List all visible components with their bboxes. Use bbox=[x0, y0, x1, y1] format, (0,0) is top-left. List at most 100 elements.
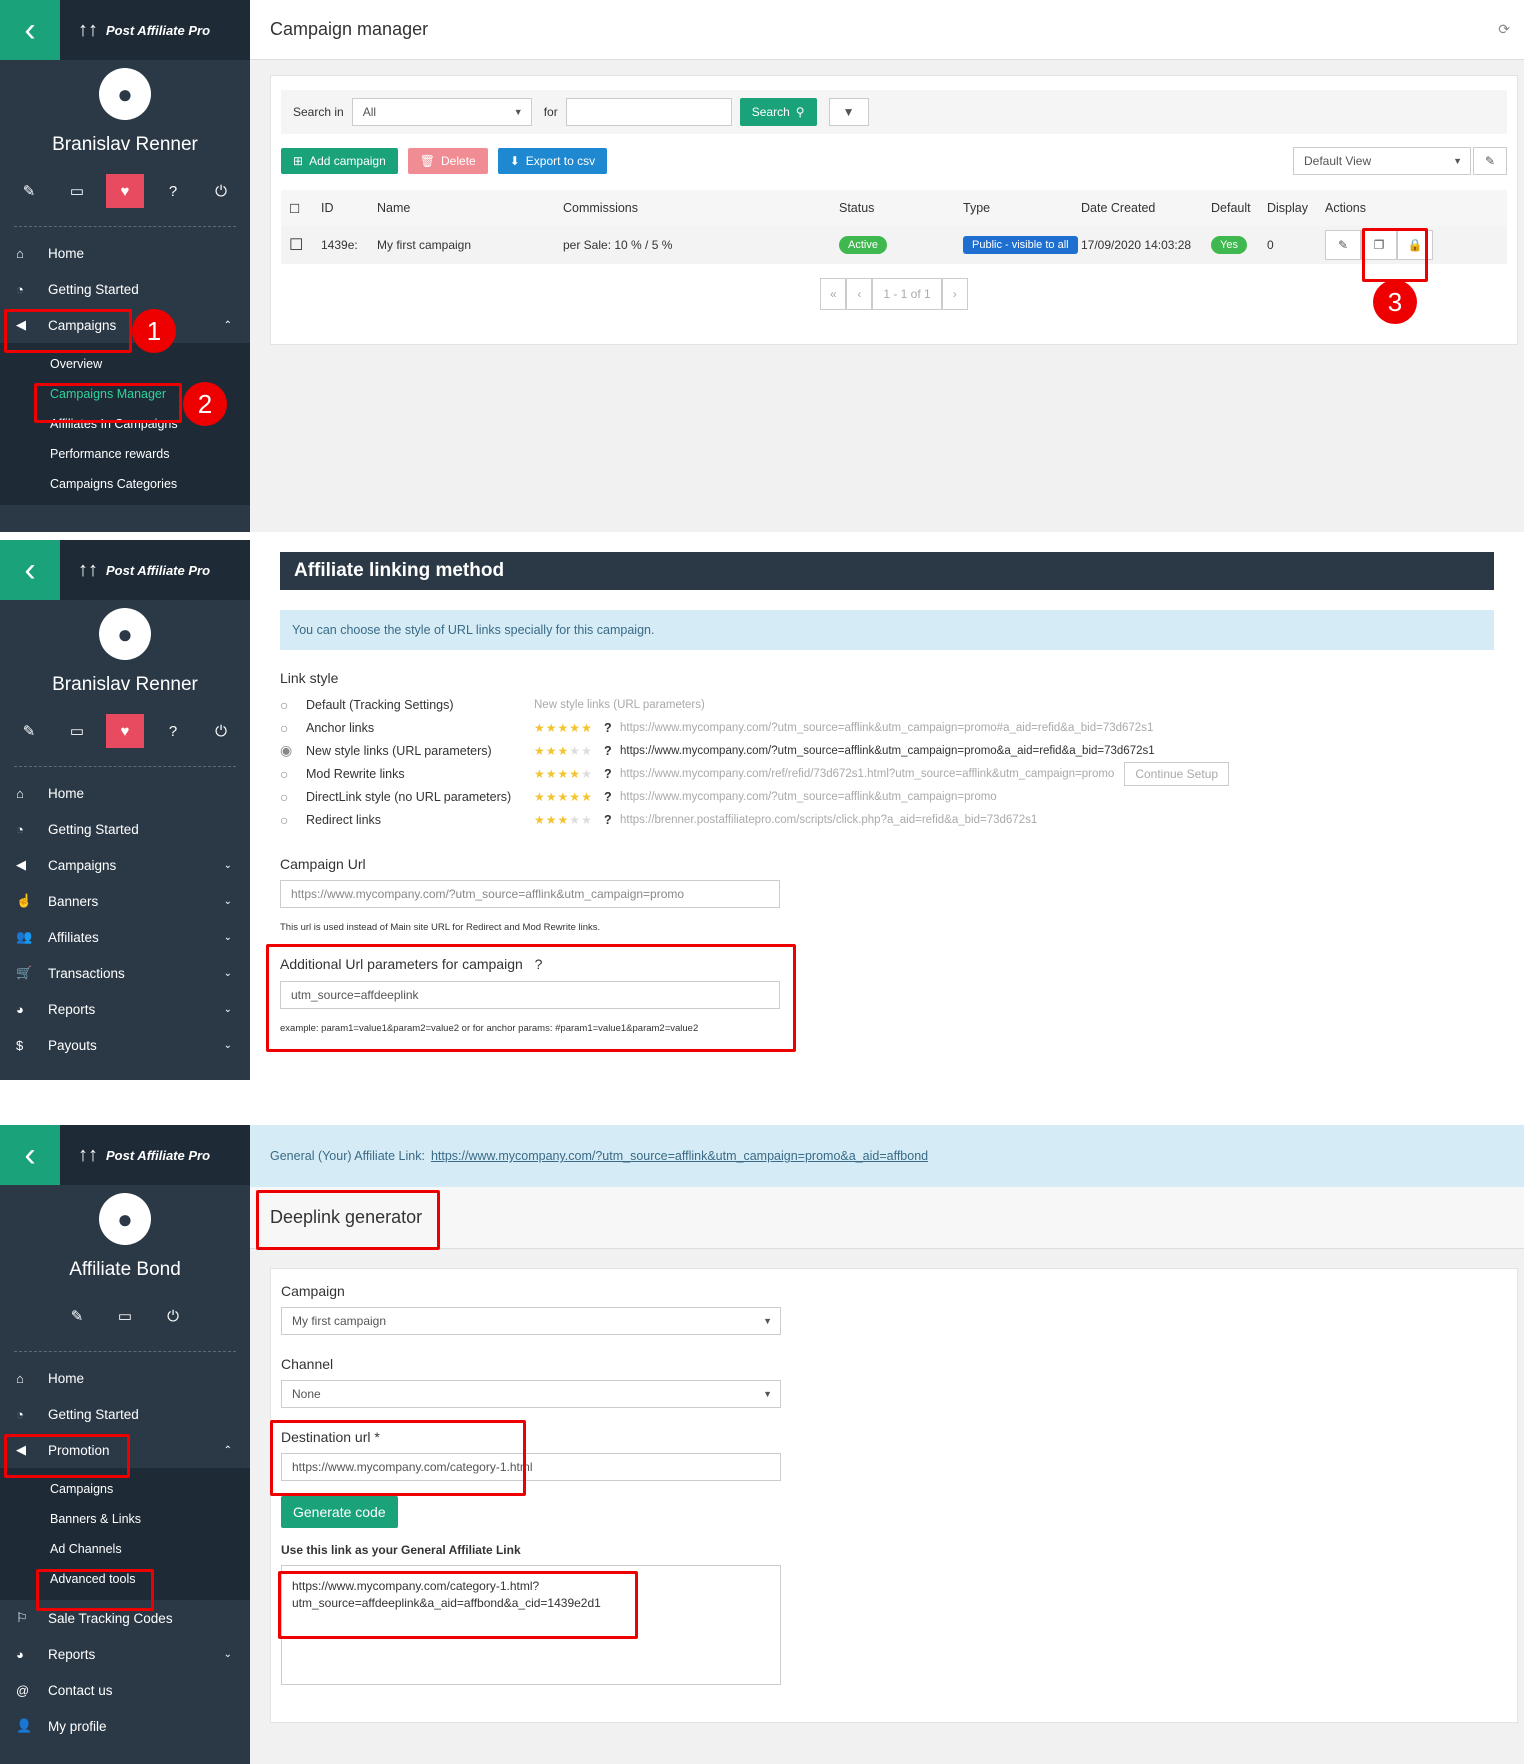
pencil-icon[interactable]: ✎ bbox=[10, 174, 48, 208]
submenu-performance-rewards[interactable]: Performance rewards bbox=[0, 439, 250, 469]
sidebar-item-home[interactable]: ⌂ Home bbox=[0, 775, 250, 811]
sidebar-item-home[interactable]: ⌂ Home bbox=[0, 1360, 250, 1396]
search-button[interactable]: Search ⚲ bbox=[739, 98, 817, 126]
filter-icon[interactable]: ▼ bbox=[828, 98, 869, 126]
generate-code-button[interactable]: Generate code bbox=[281, 1496, 398, 1528]
back-icon[interactable]: ‹ bbox=[0, 540, 60, 600]
link-style-option[interactable]: ◉ New style links (URL parameters) ★★★★★? h… bbox=[280, 739, 1330, 762]
continue-setup-button[interactable]: Continue Setup bbox=[1124, 761, 1230, 786]
campaign-manager-screen: ‹ ↑↑ Post Affiliate Pro ● Branislav Renne… bbox=[0, 0, 1524, 532]
edit-pencil-icon[interactable]: ✎ bbox=[1325, 230, 1361, 260]
step-badge: 1 bbox=[132, 309, 176, 353]
sidebar-item-reports[interactable]: ◕ Reports ⌄ bbox=[0, 1636, 250, 1672]
code-icon: ⚐ bbox=[16, 1610, 28, 1625]
highlight-campaigns-manager bbox=[34, 383, 182, 423]
deeplink-generator-screen: ‹ ↑↑ Post Affiliate Pro ● Affiliate Bond … bbox=[0, 1125, 1524, 1764]
rating-stars: ★★★★★ bbox=[534, 766, 593, 781]
sidebar-item-transactions[interactable]: 🛒 Transactions ⌄ bbox=[0, 955, 250, 991]
chevron-down-icon: ⌄ bbox=[223, 967, 232, 979]
avatar[interactable]: ● bbox=[99, 1193, 151, 1245]
back-icon[interactable]: ‹ bbox=[0, 1125, 60, 1185]
help-icon[interactable]: ? bbox=[604, 721, 620, 735]
sidebar-item-profile[interactable]: 👤 My profile bbox=[0, 1708, 250, 1744]
user-name: Branislav Renner bbox=[52, 674, 198, 695]
help-icon[interactable]: ? bbox=[604, 767, 620, 781]
submenu-overview[interactable]: Overview bbox=[0, 349, 250, 379]
help-icon[interactable]: ? bbox=[535, 956, 543, 972]
submenu-campaigns[interactable]: Campaigns bbox=[0, 1474, 250, 1504]
edit-view-icon[interactable]: ✎ bbox=[1473, 147, 1507, 175]
sidebar-item-campaigns[interactable]: ◀ Campaigns ⌄ bbox=[0, 847, 250, 883]
submenu-campaigns-categories[interactable]: Campaigns Categories bbox=[0, 469, 250, 499]
add-campaign-button[interactable]: ⊞ Add campaign bbox=[281, 148, 398, 174]
info-banner: You can choose the style of URL links sp… bbox=[280, 610, 1494, 650]
help-icon[interactable]: ? bbox=[604, 813, 620, 827]
submenu-ad-channels[interactable]: Ad Channels bbox=[0, 1534, 250, 1564]
sidebar-item-affiliates[interactable]: 👥 Affiliates ⌄ bbox=[0, 919, 250, 955]
radio-button[interactable]: ○ bbox=[280, 812, 306, 828]
campaign-url-hint: This url is used instead of Main site UR… bbox=[280, 922, 601, 933]
link-style-option[interactable]: ○ Default (Tracking Settings) New style li… bbox=[280, 693, 1330, 716]
power-icon[interactable]: ⏻ bbox=[154, 1299, 192, 1333]
export-csv-button[interactable]: ⬇ Export to csv bbox=[497, 148, 608, 174]
link-style-option[interactable]: ○ Redirect links ★★★★★? https://brenner.pos… bbox=[280, 808, 1330, 831]
logo-icon: ↑↑ bbox=[78, 18, 98, 41]
link-style-option[interactable]: ○ Mod Rewrite links ★★★★★? https://www.myco… bbox=[280, 761, 1330, 786]
sidebar-item-getting-started[interactable]: ◔ Getting Started bbox=[0, 1396, 250, 1432]
campaign-url-input[interactable]: https://www.mycompany.com/?utm_source=af… bbox=[280, 880, 780, 908]
pencil-icon[interactable]: ✎ bbox=[58, 1299, 96, 1333]
pencil-icon[interactable]: ✎ bbox=[10, 714, 48, 748]
radio-button[interactable]: ○ bbox=[280, 766, 306, 782]
sidebar-item-reports[interactable]: ◕ Reports ⌄ bbox=[0, 991, 250, 1027]
sidebar-item-payouts[interactable]: $ Payouts ⌄ bbox=[0, 1027, 250, 1063]
help-icon[interactable]: ? bbox=[154, 714, 192, 748]
monitor-icon[interactable]: ▭ bbox=[58, 174, 96, 208]
section-title: Affiliate linking method bbox=[280, 552, 1494, 590]
submenu-banners-links[interactable]: Banners & Links bbox=[0, 1504, 250, 1534]
view-select[interactable]: Default View ▼ bbox=[1293, 147, 1471, 175]
radio-button[interactable]: ○ bbox=[280, 720, 306, 736]
avatar[interactable]: ● bbox=[99, 608, 151, 660]
sidebar-item-contact[interactable]: @ Contact us bbox=[0, 1672, 250, 1708]
user-name: Affiliate Bond bbox=[69, 1259, 181, 1280]
pagination: « ‹ 1 - 1 of 1 › bbox=[271, 278, 1517, 310]
monitor-icon[interactable]: ▭ bbox=[58, 714, 96, 748]
sidebar-item-home[interactable]: ⌂ Home bbox=[0, 235, 250, 271]
power-icon[interactable]: ⏻ bbox=[202, 714, 240, 748]
channel-select[interactable]: None ▼ bbox=[281, 1380, 781, 1408]
home-icon: ⌂ bbox=[16, 785, 24, 801]
link-style-option[interactable]: ○ DirectLink style (no URL parameters) ★★★… bbox=[280, 785, 1330, 808]
rating-stars: ★★★★★ bbox=[534, 743, 593, 758]
heart-icon[interactable]: ♥ bbox=[106, 714, 144, 748]
search-in-select[interactable]: All ▼ bbox=[351, 98, 532, 126]
campaign-select[interactable]: My first campaign ▼ bbox=[281, 1307, 781, 1335]
back-icon[interactable]: ‹ bbox=[0, 0, 60, 60]
avatar[interactable]: ● bbox=[99, 68, 151, 120]
help-icon[interactable]: ? bbox=[604, 790, 620, 804]
sidebar-item-getting-started[interactable]: ◔ Getting Started bbox=[0, 811, 250, 847]
help-icon[interactable]: ? bbox=[604, 744, 620, 758]
timer-icon: ◔ bbox=[16, 1406, 24, 1422]
sidebar-item-banners[interactable]: ☝ Banners ⌄ bbox=[0, 883, 250, 919]
select-all-checkbox[interactable]: ☐ bbox=[281, 201, 321, 216]
campaign-list-card: Search in All ▼ for Search ⚲ ▼ ⊞ Add campai… bbox=[270, 75, 1518, 345]
general-affiliate-link[interactable]: https://www.mycompany.com/?utm_source=af… bbox=[431, 1149, 928, 1163]
sidebar-item-getting-started[interactable]: ◔ Getting Started bbox=[0, 271, 250, 307]
page-title: Campaign manager ⟳ bbox=[250, 0, 1524, 60]
row-checkbox[interactable]: ☐ bbox=[281, 235, 321, 255]
refresh-icon[interactable]: ⟳ bbox=[1498, 21, 1510, 38]
additional-params-input[interactable]: utm_source=affdeeplink bbox=[280, 981, 780, 1009]
search-input[interactable] bbox=[565, 98, 732, 126]
radio-button[interactable]: ◉ bbox=[280, 742, 306, 759]
monitor-icon[interactable]: ▭ bbox=[106, 1299, 144, 1333]
link-style-option[interactable]: ○ Anchor links ★★★★★? https://www.mycompany… bbox=[280, 716, 1330, 739]
power-icon[interactable]: ⏻ bbox=[202, 174, 240, 208]
radio-button[interactable]: ○ bbox=[280, 789, 306, 805]
plus-icon: ⊞ bbox=[293, 154, 304, 168]
delete-button[interactable]: 🗑 Delete bbox=[407, 148, 488, 174]
heart-icon[interactable]: ♥ bbox=[106, 174, 144, 208]
chevron-down-icon: ⌄ bbox=[223, 1648, 232, 1660]
help-icon[interactable]: ? bbox=[154, 174, 192, 208]
user-icon: 👤 bbox=[16, 1718, 33, 1733]
radio-button[interactable]: ○ bbox=[280, 697, 306, 713]
